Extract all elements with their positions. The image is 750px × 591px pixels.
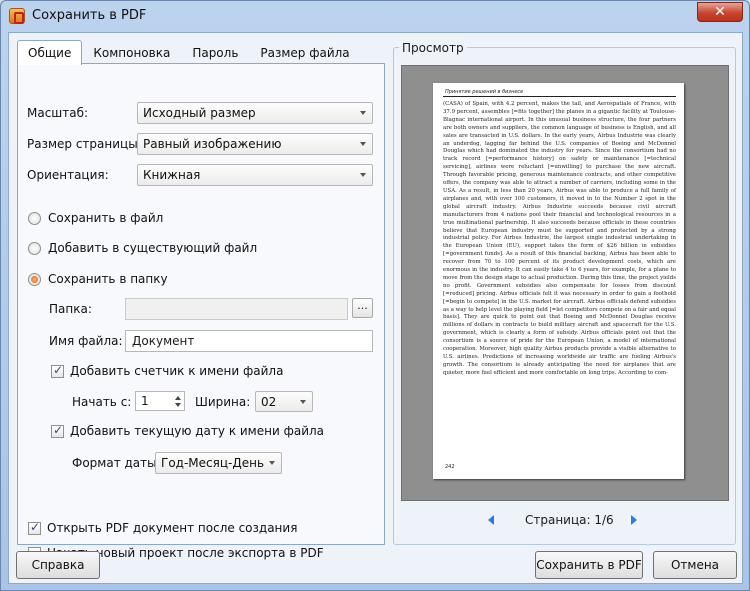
start-value: 1: [141, 394, 149, 408]
previous-page-icon[interactable]: [488, 515, 494, 525]
title-bar[interactable]: Сохранить в PDF ✕: [1, 1, 749, 33]
add-date-checkbox[interactable]: [51, 423, 64, 438]
general-settings-panel: Масштаб: Исходный размер Размер страницы…: [17, 63, 385, 560]
scale-label: Масштаб:: [27, 106, 89, 120]
date-format-select[interactable]: Год-Месяц-День: [155, 452, 282, 474]
save-to-file-label: Сохранить в файл: [48, 211, 164, 225]
open-after-checkbox[interactable]: [28, 520, 41, 535]
save-pdf-button[interactable]: Сохранить в PDF: [535, 551, 643, 579]
chevron-down-icon: [300, 400, 306, 404]
orientation-select[interactable]: Книжная: [137, 164, 373, 186]
page-indicator: Страница: 1/6: [525, 513, 614, 527]
page-size-value: Равный изображению: [143, 137, 282, 151]
spin-up-icon[interactable]: [175, 396, 181, 400]
filename-input[interactable]: Документ: [125, 330, 373, 352]
page-header-rule: [443, 96, 676, 97]
scale-value: Исходный размер: [143, 106, 256, 120]
tab-password[interactable]: Пароль: [181, 40, 249, 64]
add-date-label: Добавить текущую дату к имени файла: [70, 424, 325, 438]
folder-input[interactable]: [125, 298, 348, 320]
filename-value: Документ: [132, 334, 195, 348]
radio-save-to-file[interactable]: [28, 212, 41, 225]
date-format-value: Год-Месяц-День: [161, 456, 265, 470]
start-label: Начать с:: [72, 395, 132, 409]
add-to-existing-label: Добавить в существующий файл: [48, 241, 258, 255]
page-size-label: Размер страницы:: [27, 137, 142, 151]
radio-save-to-folder[interactable]: [28, 273, 41, 286]
cancel-button[interactable]: Отмена: [653, 551, 737, 579]
page-header: Принятие решений в бизнесе: [445, 89, 524, 95]
chevron-down-icon: [360, 173, 366, 177]
preview-title: Просмотр: [399, 41, 467, 55]
width-label: Ширина:: [195, 395, 251, 409]
help-button[interactable]: Справка: [16, 551, 100, 579]
window-title: Сохранить в PDF: [32, 8, 147, 23]
preview-page: Принятие решений в бизнесе (CASA) of Spa…: [433, 83, 684, 479]
tab-strip: Общие Компоновка Пароль Размер файла: [17, 40, 361, 65]
add-counter-label: Добавить счетчик к имени файла: [70, 364, 284, 378]
width-select[interactable]: 02: [255, 391, 313, 412]
tab-file-size[interactable]: Размер файла: [249, 40, 360, 64]
spin-down-icon[interactable]: [175, 403, 181, 407]
browse-folder-button[interactable]: ...: [352, 298, 373, 318]
chevron-down-icon: [269, 461, 275, 465]
chevron-down-icon: [360, 111, 366, 115]
page-number: 242: [445, 464, 455, 470]
chevron-down-icon: [360, 142, 366, 146]
width-value: 02: [261, 395, 277, 409]
tab-general[interactable]: Общие: [17, 40, 83, 65]
folder-label: Папка:: [49, 302, 92, 316]
date-format-label: Формат даты:: [72, 456, 161, 470]
save-to-folder-label: Сохранить в папку: [48, 272, 168, 286]
orientation-value: Книжная: [143, 168, 201, 182]
page-size-select[interactable]: Равный изображению: [137, 133, 373, 155]
close-button[interactable]: ✕: [697, 2, 743, 22]
save-pdf-dialog: Сохранить в PDF ✕ Общие Компоновка Парол…: [0, 0, 750, 591]
add-counter-checkbox[interactable]: [51, 363, 64, 378]
page-body-text: (CASA) of Spain, with 4.2 percent, makes…: [443, 101, 676, 376]
scale-select[interactable]: Исходный размер: [137, 102, 373, 124]
next-page-icon[interactable]: [631, 515, 637, 525]
open-after-label: Открыть PDF документ после создания: [47, 521, 298, 535]
orientation-label: Ориентация:: [27, 168, 109, 182]
start-spinbox[interactable]: 1: [135, 391, 185, 411]
app-pdf-icon: [9, 8, 25, 24]
radio-add-to-existing[interactable]: [28, 242, 41, 255]
tab-layout[interactable]: Компоновка: [82, 40, 181, 64]
filename-label: Имя файла:: [49, 334, 123, 348]
